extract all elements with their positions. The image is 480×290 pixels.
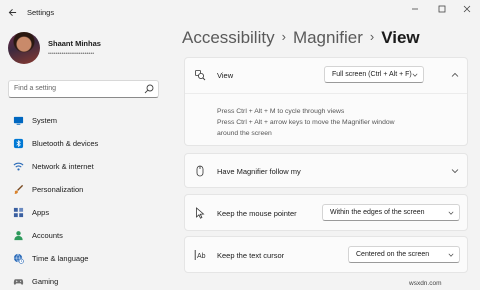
- person-icon: [14, 231, 23, 241]
- sidebar-item-accounts[interactable]: Accounts: [6, 225, 162, 245]
- magnifier-view-icon: [195, 70, 206, 81]
- mouse-pointer-label: Keep the mouse pointer: [217, 209, 297, 218]
- chevron-down-icon: [448, 253, 454, 257]
- breadcrumb-accessibility[interactable]: Accessibility: [182, 28, 275, 47]
- sidebar-item-label: Bluetooth & devices: [32, 139, 99, 148]
- minimize-icon: [412, 8, 418, 10]
- text-cursor-label: Keep the text cursor: [217, 251, 285, 260]
- view-mode-value: Full screen (Ctrl + Alt + F): [332, 71, 412, 78]
- text-cursor-setting-card: Ab Keep the text cursor Centered on the …: [184, 236, 468, 273]
- bluetooth-icon: [13, 138, 24, 149]
- watermark: wsxdn.com: [409, 280, 442, 287]
- sidebar-item-label: Apps: [32, 208, 50, 217]
- mouse-pointer-value: Within the edges of the screen: [330, 209, 425, 216]
- search-icon: [144, 84, 154, 94]
- page-title: View: [381, 28, 420, 47]
- close-icon: [463, 5, 471, 13]
- back-button[interactable]: [4, 4, 20, 20]
- sidebar-item-gaming[interactable]: Gaming: [6, 271, 162, 290]
- arrow-left-icon: [8, 8, 16, 16]
- view-label: View: [217, 71, 234, 80]
- sidebar-item-label: Time & language: [32, 254, 89, 263]
- breadcrumb-separator: ›: [369, 29, 375, 44]
- sidebar-item-bluetooth[interactable]: Bluetooth & devices: [6, 133, 162, 153]
- chevron-up-icon[interactable]: [451, 71, 459, 79]
- minimize-button[interactable]: [404, 2, 426, 16]
- sidebar-item-label: Personalization: [32, 185, 84, 194]
- avatar: [8, 32, 40, 64]
- sidebar-item-label: Gaming: [32, 277, 59, 286]
- text-cursor-value: Centered on the screen: [356, 251, 430, 258]
- globe-clock-icon: [13, 253, 24, 264]
- view-help-line: Press Ctrl + Alt + M to cycle through vi…: [217, 108, 345, 115]
- user-name: Shaant Minhas: [48, 39, 101, 48]
- view-mode-dropdown[interactable]: Full screen (Ctrl + Alt + F): [324, 66, 424, 83]
- text-cursor-dropdown[interactable]: Centered on the screen: [348, 246, 460, 263]
- brush-icon: [14, 184, 24, 194]
- breadcrumb: Accessibility › Magnifier › View: [182, 28, 420, 48]
- monitor-icon: [13, 116, 24, 125]
- view-setting-header[interactable]: View Full screen (Ctrl + Alt + F): [185, 58, 467, 93]
- chevron-down-icon: [448, 211, 454, 215]
- chevron-down-icon: [412, 73, 418, 77]
- divider: [185, 93, 467, 94]
- sidebar-item-time-language[interactable]: Time & language: [6, 248, 162, 268]
- text-cursor-icon: Ab: [194, 250, 206, 260]
- sidebar-item-label: Accounts: [32, 231, 63, 240]
- sidebar-item-apps[interactable]: Apps: [6, 202, 162, 222]
- sidebar-item-label: System: [32, 116, 58, 125]
- maximize-button[interactable]: [431, 2, 453, 16]
- gamepad-icon: [13, 279, 24, 285]
- maximize-icon: [438, 5, 446, 13]
- svg-text:Ab: Ab: [197, 253, 206, 260]
- user-email: ••••••••••••••••••••••••: [48, 51, 95, 57]
- chevron-down-icon[interactable]: [451, 167, 459, 175]
- sidebar-item-network[interactable]: Network & internet: [6, 156, 162, 176]
- wifi-icon: [13, 162, 24, 171]
- view-help-line: Press Ctrl + Alt + arrow keys to move th…: [217, 119, 395, 126]
- close-button[interactable]: [456, 2, 478, 16]
- follow-setting-card[interactable]: Have Magnifier follow my: [184, 153, 468, 188]
- search-input[interactable]: Find a setting: [8, 80, 159, 98]
- title-bar: Settings: [0, 0, 480, 24]
- sidebar-item-system[interactable]: System: [6, 110, 162, 130]
- app-title: Settings: [27, 8, 55, 17]
- sidebar-item-personalization[interactable]: Personalization: [6, 179, 162, 199]
- mouse-pointer-dropdown[interactable]: Within the edges of the screen: [322, 204, 460, 221]
- apps-icon: [13, 207, 24, 218]
- mouse-pointer-setting-card: Keep the mouse pointer Within the edges …: [184, 194, 468, 231]
- breadcrumb-magnifier[interactable]: Magnifier: [293, 28, 363, 47]
- follow-label: Have Magnifier follow my: [217, 167, 301, 176]
- sidebar-item-label: Network & internet: [32, 162, 94, 171]
- view-help-line: around the screen: [217, 130, 272, 137]
- search-placeholder: Find a setting: [14, 85, 57, 92]
- mouse-icon: [196, 165, 204, 177]
- breadcrumb-separator: ›: [281, 29, 286, 44]
- pointer-icon: [196, 207, 205, 219]
